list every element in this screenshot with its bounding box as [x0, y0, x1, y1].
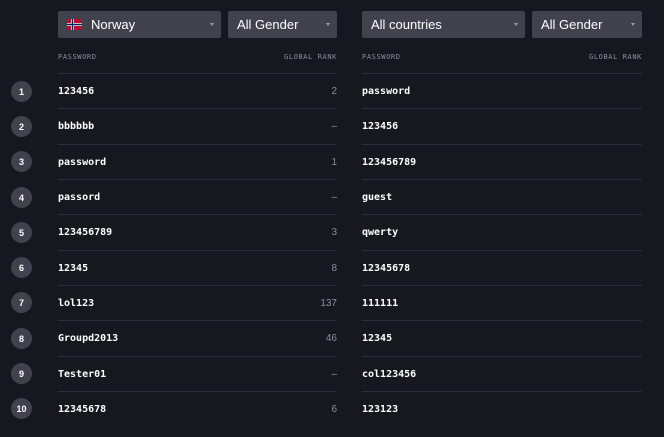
table-row: password — [362, 73, 642, 108]
caret-down-icon — [514, 23, 518, 26]
password-cell: 123456 — [58, 86, 95, 97]
rank-badge: 2 — [11, 116, 32, 137]
global-rank-cell: 2 — [331, 86, 337, 97]
table-row: 123456789 — [362, 144, 642, 179]
table-row: Tester01 – — [58, 356, 337, 391]
password-cell: col123456 — [362, 369, 417, 380]
password-cell: 111111 — [362, 298, 399, 309]
global-rank-cell: 8 — [331, 263, 337, 274]
rank-badge: 7 — [11, 292, 32, 313]
password-cell: 123456 — [362, 121, 399, 132]
gender-select-right-value: All Gender — [541, 17, 603, 32]
norway-flag-icon — [67, 19, 82, 30]
caret-down-icon — [210, 23, 214, 26]
country-select-left[interactable]: Norway — [58, 11, 221, 38]
table-row: qwerty — [362, 214, 642, 249]
password-cell: 12345678 — [58, 404, 107, 415]
password-cell: guest — [362, 192, 393, 203]
password-cell: 12345678 — [362, 263, 411, 274]
country-select-right-value: All countries — [371, 17, 442, 32]
global-rank-cell: 3 — [331, 227, 337, 238]
table-row: 123456 2 — [58, 73, 337, 108]
password-cell: qwerty — [362, 227, 399, 238]
rank-badge: 9 — [11, 363, 32, 384]
table-row: 12345 8 — [58, 250, 337, 285]
global-rank-cell: 6 — [331, 404, 337, 415]
global-rank-cell: 137 — [320, 298, 337, 309]
table-row: password 1 — [58, 144, 337, 179]
password-cell: Tester01 — [58, 369, 107, 380]
table-row: passord – — [58, 179, 337, 214]
table-row: 12345678 — [362, 250, 642, 285]
table-row: 111111 — [362, 285, 642, 320]
gender-select-right[interactable]: All Gender — [532, 11, 642, 38]
password-cell: lol123 — [58, 298, 95, 309]
table-row: 123456 — [362, 108, 642, 143]
table-row: 12345 — [362, 320, 642, 355]
gender-select-left-value: All Gender — [237, 17, 299, 32]
password-cell: password — [362, 86, 411, 97]
password-cell: 12345 — [58, 263, 89, 274]
country-select-right[interactable]: All countries — [362, 11, 525, 38]
table-row: guest — [362, 179, 642, 214]
password-cell: 123456789 — [58, 227, 113, 238]
global-rank-cell: – — [331, 121, 337, 132]
rank-badge: 5 — [11, 222, 32, 243]
password-cell: bbbbbb — [58, 121, 95, 132]
rank-badge: 1 — [11, 81, 32, 102]
country-select-left-value: Norway — [91, 17, 136, 32]
rank-badge: 10 — [11, 398, 32, 419]
caret-down-icon — [631, 23, 635, 26]
table-row: col123456 — [362, 356, 642, 391]
left-col-rank-header: GLOBAL RANK — [284, 53, 337, 61]
password-cell: 123123 — [362, 404, 399, 415]
password-cell: 12345 — [362, 333, 393, 344]
right-col-rank-header: GLOBAL RANK — [589, 53, 642, 61]
caret-down-icon — [326, 23, 330, 26]
global-rank-cell: 1 — [331, 157, 337, 168]
global-rank-cell: – — [331, 192, 337, 203]
global-rank-cell: – — [331, 369, 337, 380]
table-row: 123123 — [362, 391, 642, 426]
right-col-password-header: PASSWORD — [362, 53, 401, 61]
rank-badge: 8 — [11, 328, 32, 349]
rank-badge: 3 — [11, 151, 32, 172]
password-cell: password — [58, 157, 107, 168]
left-col-password-header: PASSWORD — [58, 53, 97, 61]
rank-badge: 6 — [11, 257, 32, 278]
password-cell: Groupd2013 — [58, 333, 119, 344]
rank-badge: 4 — [11, 187, 32, 208]
table-row: lol123 137 — [58, 285, 337, 320]
table-row: bbbbbb – — [58, 108, 337, 143]
gender-select-left[interactable]: All Gender — [228, 11, 337, 38]
table-row: 12345678 6 — [58, 391, 337, 426]
table-row: 123456789 3 — [58, 214, 337, 249]
password-cell: passord — [58, 192, 101, 203]
table-row: Groupd2013 46 — [58, 320, 337, 355]
password-cell: 123456789 — [362, 157, 417, 168]
global-rank-cell: 46 — [325, 333, 337, 344]
